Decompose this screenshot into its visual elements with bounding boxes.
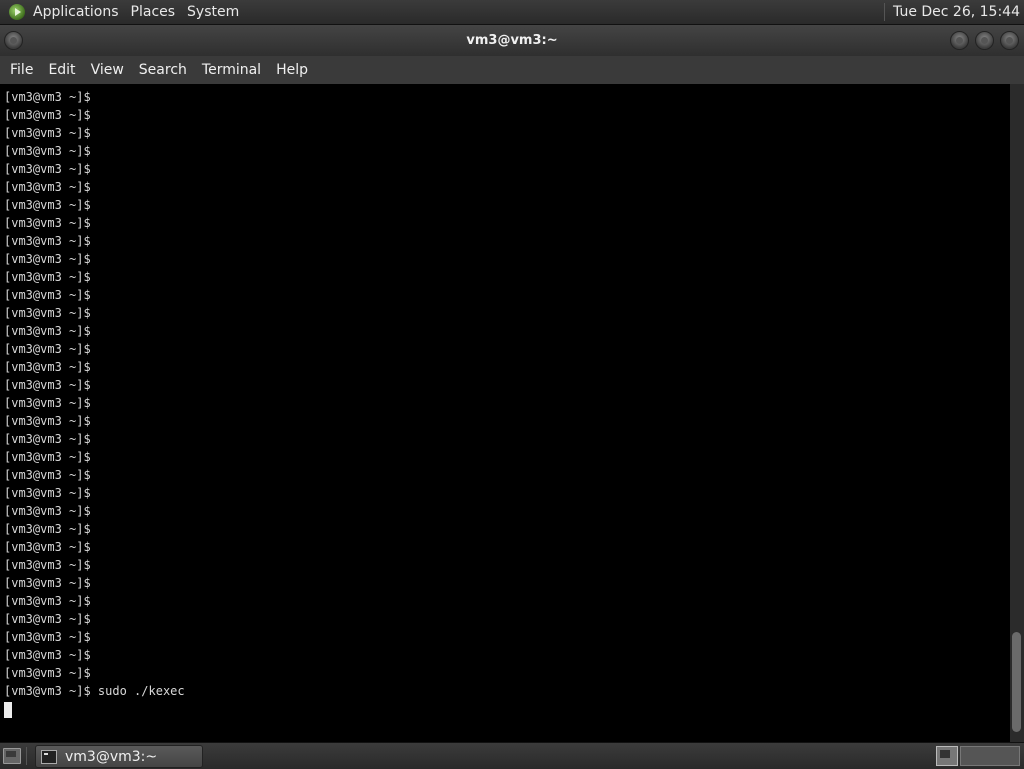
terminal-line: [vm3@vm3 ~]$ bbox=[4, 252, 91, 266]
terminal-line: [vm3@vm3 ~]$ bbox=[4, 108, 91, 122]
terminal-icon bbox=[41, 749, 57, 764]
terminal-line: [vm3@vm3 ~]$ bbox=[4, 486, 91, 500]
terminal-line: [vm3@vm3 ~]$ bbox=[4, 270, 91, 284]
menu-search[interactable]: Search bbox=[139, 62, 196, 78]
terminal-line: [vm3@vm3 ~]$ bbox=[4, 162, 91, 176]
workspace-switcher-area[interactable] bbox=[960, 746, 1020, 766]
system-menu[interactable]: System bbox=[184, 4, 248, 20]
bottom-panel: vm3@vm3:~ bbox=[0, 742, 1024, 769]
terminal-line: [vm3@vm3 ~]$ bbox=[4, 648, 91, 662]
maximize-icon[interactable] bbox=[975, 31, 994, 50]
terminal-line: [vm3@vm3 ~]$ bbox=[4, 414, 91, 428]
places-menu[interactable]: Places bbox=[128, 4, 185, 20]
terminal-area[interactable]: [vm3@vm3 ~]$ [vm3@vm3 ~]$ [vm3@vm3 ~]$ [vm3… bbox=[0, 84, 1010, 742]
terminal-line: [vm3@vm3 ~]$ bbox=[4, 324, 91, 338]
terminal-line: [vm3@vm3 ~]$ sudo ./kexec bbox=[4, 684, 185, 698]
close-icon[interactable] bbox=[1000, 31, 1019, 50]
terminal-line: [vm3@vm3 ~]$ bbox=[4, 234, 91, 248]
terminal-line: [vm3@vm3 ~]$ bbox=[4, 288, 91, 302]
menu-help[interactable]: Help bbox=[276, 62, 317, 78]
terminal-line: [vm3@vm3 ~]$ bbox=[4, 180, 91, 194]
terminal-line: [vm3@vm3 ~]$ bbox=[4, 378, 91, 392]
taskbar-window-label: vm3@vm3:~ bbox=[65, 748, 158, 765]
terminal-line: [vm3@vm3 ~]$ bbox=[4, 522, 91, 536]
terminal-cursor bbox=[4, 701, 12, 718]
workspace-switcher-icon[interactable] bbox=[936, 746, 958, 766]
window-title: vm3@vm3:~ bbox=[466, 33, 558, 48]
terminal-output: [vm3@vm3 ~]$ [vm3@vm3 ~]$ [vm3@vm3 ~]$ [vm3… bbox=[4, 88, 185, 718]
taskbar-window-button[interactable]: vm3@vm3:~ bbox=[35, 745, 203, 768]
terminal-line: [vm3@vm3 ~]$ bbox=[4, 576, 91, 590]
menu-view[interactable]: View bbox=[91, 62, 133, 78]
menu-edit[interactable]: Edit bbox=[48, 62, 84, 78]
taskbar-separator bbox=[26, 747, 27, 765]
terminal-menubar: File Edit View Search Terminal Help bbox=[0, 56, 1024, 84]
scrollbar-thumb[interactable] bbox=[1012, 632, 1021, 732]
top-panel: Applications Places System Tue Dec 26, 1… bbox=[0, 0, 1024, 25]
terminal-line: [vm3@vm3 ~]$ bbox=[4, 468, 91, 482]
terminal-scrollbar[interactable] bbox=[1010, 84, 1024, 742]
terminal-line: [vm3@vm3 ~]$ bbox=[4, 432, 91, 446]
menu-terminal[interactable]: Terminal bbox=[202, 62, 270, 78]
terminal-line: [vm3@vm3 ~]$ bbox=[4, 342, 91, 356]
terminal-line: [vm3@vm3 ~]$ bbox=[4, 558, 91, 572]
terminal-line: [vm3@vm3 ~]$ bbox=[4, 396, 91, 410]
terminal-line: [vm3@vm3 ~]$ bbox=[4, 216, 91, 230]
terminal-line: [vm3@vm3 ~]$ bbox=[4, 594, 91, 608]
panel-separator bbox=[884, 3, 886, 21]
terminal-line: [vm3@vm3 ~]$ bbox=[4, 126, 91, 140]
window-titlebar[interactable]: vm3@vm3:~ bbox=[0, 25, 1024, 56]
terminal-line: [vm3@vm3 ~]$ bbox=[4, 612, 91, 626]
applications-menu[interactable]: Applications bbox=[31, 4, 128, 20]
fedora-logo-icon[interactable] bbox=[9, 4, 25, 20]
terminal-line: [vm3@vm3 ~]$ bbox=[4, 198, 91, 212]
terminal-line: [vm3@vm3 ~]$ bbox=[4, 504, 91, 518]
terminal-line: [vm3@vm3 ~]$ bbox=[4, 144, 91, 158]
terminal-line: [vm3@vm3 ~]$ bbox=[4, 306, 91, 320]
terminal-line: [vm3@vm3 ~]$ bbox=[4, 90, 91, 104]
minimize-icon[interactable] bbox=[950, 31, 969, 50]
terminal-line: [vm3@vm3 ~]$ bbox=[4, 360, 91, 374]
terminal-line: [vm3@vm3 ~]$ bbox=[4, 450, 91, 464]
terminal-line: [vm3@vm3 ~]$ bbox=[4, 540, 91, 554]
terminal-line: [vm3@vm3 ~]$ bbox=[4, 666, 91, 680]
menu-file[interactable]: File bbox=[10, 62, 42, 78]
clock[interactable]: Tue Dec 26, 15:44 bbox=[893, 4, 1024, 20]
terminal-line: [vm3@vm3 ~]$ bbox=[4, 630, 91, 644]
show-desktop-icon[interactable] bbox=[3, 748, 21, 764]
terminal-cursor-line bbox=[4, 700, 185, 718]
